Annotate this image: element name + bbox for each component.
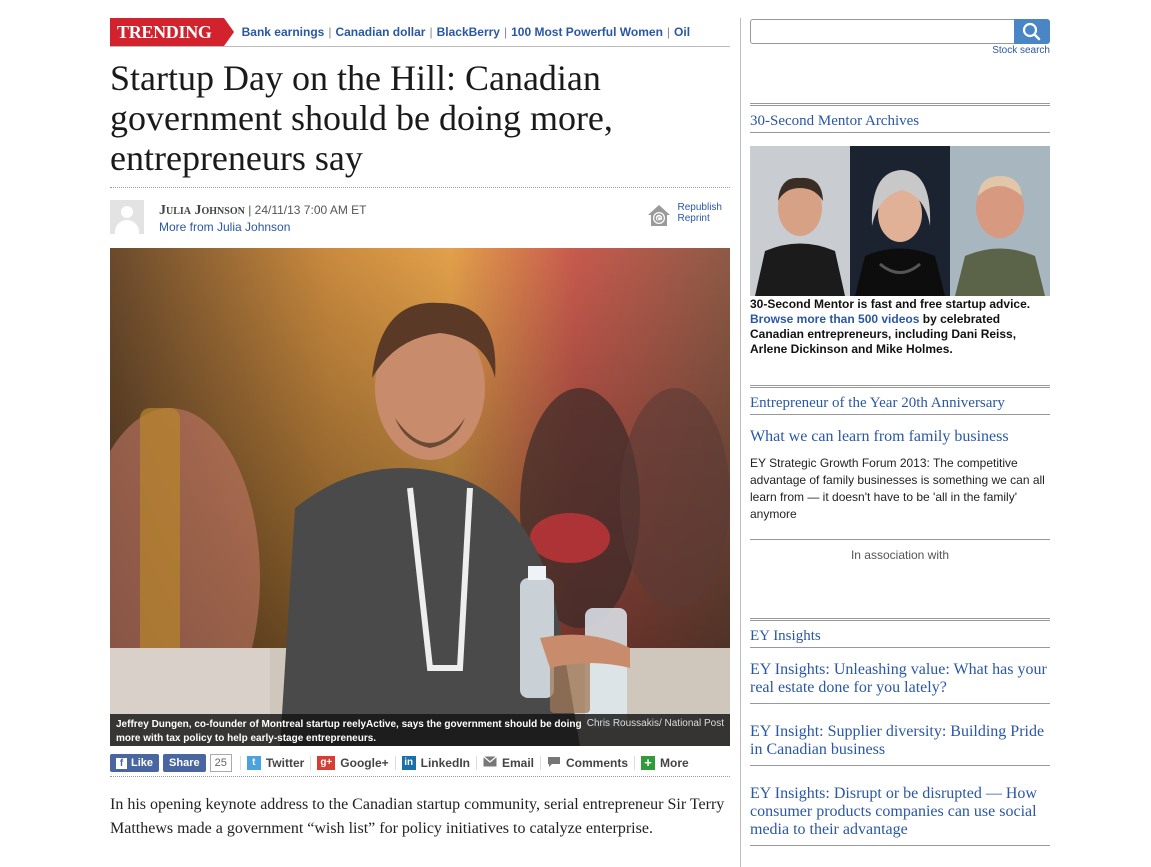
trending-separator: | bbox=[666, 25, 671, 39]
mentor-photo-3[interactable] bbox=[950, 146, 1050, 296]
mentor-section-title[interactable]: 30-Second Mentor Archives bbox=[750, 103, 1050, 133]
mentor-title-text: 30-Second Mentor Archives bbox=[750, 113, 920, 129]
article-column: TRENDING Bank earnings | Canadian dollar… bbox=[110, 18, 730, 837]
comments-icon bbox=[547, 756, 561, 770]
comments-button[interactable]: Comments bbox=[540, 756, 634, 770]
mentor-photo-2[interactable] bbox=[850, 146, 950, 296]
more-label: More bbox=[660, 756, 689, 770]
trending-links: Bank earnings | Canadian dollar | BlackB… bbox=[242, 25, 690, 39]
trending-link-oil[interactable]: Oil bbox=[674, 25, 690, 39]
ey-insights-title-text: EY Insights bbox=[750, 628, 821, 644]
svg-text:C: C bbox=[656, 217, 661, 223]
twitter-label: Twitter bbox=[265, 756, 305, 770]
photo-credit: Chris Roussakis/ National Post bbox=[586, 718, 724, 729]
trending-badge: TRENDING bbox=[110, 18, 234, 46]
article-photo: Jeffrey Dungen, co-founder of Montreal s… bbox=[110, 248, 730, 746]
share-count: 25 bbox=[209, 754, 232, 772]
google-label: Google+ bbox=[340, 756, 389, 770]
linkedin-icon: in bbox=[401, 756, 416, 770]
trending-link-canadian-dollar[interactable]: Canadian dollar bbox=[335, 25, 425, 39]
mentor-photos[interactable] bbox=[750, 146, 1050, 296]
trending-bar: TRENDING Bank earnings | Canadian dollar… bbox=[110, 18, 730, 47]
reprint-link[interactable]: Reprint bbox=[678, 213, 710, 224]
google-share-button[interactable]: g+ Google+ bbox=[310, 756, 394, 770]
trending-link-powerful-women[interactable]: 100 Most Powerful Women bbox=[511, 25, 663, 39]
facebook-share-button[interactable]: Share bbox=[163, 754, 206, 772]
search-box bbox=[750, 19, 1050, 44]
eoy-section-title[interactable]: Entrepreneur of the Year 20th Anniversar… bbox=[750, 385, 1050, 415]
search-icon bbox=[1022, 22, 1041, 41]
article-datetime: | 24/11/13 7:00 AM ET bbox=[248, 203, 367, 217]
trending-separator: | bbox=[328, 25, 332, 39]
trending-separator: | bbox=[429, 25, 433, 39]
search-input[interactable] bbox=[750, 19, 1017, 44]
family-business-description: EY Strategic Growth Forum 2013: The comp… bbox=[750, 456, 1045, 521]
search-button[interactable] bbox=[1014, 19, 1050, 44]
republish-link[interactable]: Republish bbox=[678, 202, 722, 213]
trending-link-blackberry[interactable]: BlackBerry bbox=[437, 25, 500, 39]
email-share-button[interactable]: Email bbox=[475, 756, 540, 770]
article-body-paragraph: In his opening keynote address to the Ca… bbox=[110, 796, 725, 837]
author-name[interactable]: Julia Johnson bbox=[159, 203, 245, 218]
ey-insights-section-title[interactable]: EY Insights bbox=[750, 618, 1050, 648]
like-label: Like bbox=[131, 757, 154, 769]
ey-insight-item[interactable]: EY Insights: Unleashing value: What has … bbox=[750, 661, 1050, 704]
author-line: Julia Johnson | 24/11/13 7:00 AM ET bbox=[159, 203, 367, 219]
photo-caption: Jeffrey Dungen, co-founder of Montreal s… bbox=[110, 714, 730, 746]
article-headline: Startup Day on the Hill: Canadian govern… bbox=[110, 58, 613, 178]
photo-caption-text: Jeffrey Dungen, co-founder of Montreal s… bbox=[116, 719, 582, 744]
association-text: In association with bbox=[750, 539, 1050, 562]
email-icon bbox=[483, 756, 497, 770]
more-share-button[interactable]: + More bbox=[634, 756, 695, 770]
trending-link-bank-earnings[interactable]: Bank earnings bbox=[242, 25, 325, 39]
ey-insight-item[interactable]: EY Insights: Disrupt or be disrupted — H… bbox=[750, 785, 1050, 846]
facebook-like-button[interactable]: f Like bbox=[110, 754, 160, 772]
twitter-icon: t bbox=[246, 756, 261, 770]
facebook-icon: f bbox=[116, 757, 127, 769]
mentor-description: 30-Second Mentor is fast and free startu… bbox=[750, 297, 1050, 357]
article-photo-image bbox=[110, 248, 730, 746]
eoy-title-text: Entrepreneur of the Year 20th Anniversar… bbox=[750, 395, 1005, 411]
comments-label: Comments bbox=[566, 756, 629, 770]
more-from-author-link[interactable]: More from Julia Johnson bbox=[159, 220, 290, 234]
google-plus-icon: g+ bbox=[317, 756, 336, 770]
family-business-link[interactable]: What we can learn from family business bbox=[750, 428, 1050, 446]
column-divider bbox=[740, 18, 741, 867]
ey-insight-item[interactable]: EY Insight: Supplier diversity: Building… bbox=[750, 723, 1050, 766]
mentor-photo-1[interactable] bbox=[750, 146, 850, 296]
stock-search-link[interactable]: Stock search bbox=[992, 45, 1050, 56]
browse-videos-link[interactable]: Browse more than 500 videos bbox=[750, 312, 919, 326]
twitter-share-button[interactable]: t Twitter bbox=[239, 756, 310, 770]
byline: Julia Johnson | 24/11/13 7:00 AM ET More… bbox=[110, 187, 730, 242]
linkedin-share-button[interactable]: in LinkedIn bbox=[394, 756, 476, 770]
email-label: Email bbox=[501, 756, 534, 770]
republish-icon: C bbox=[646, 202, 672, 228]
share-label: Share bbox=[169, 757, 200, 769]
share-bar: f Like Share 25 t Twitter g+ Google+ in … bbox=[110, 750, 730, 777]
author-avatar bbox=[110, 200, 144, 234]
linkedin-label: LinkedIn bbox=[420, 756, 470, 770]
trending-separator: | bbox=[503, 25, 508, 39]
mentor-line-1: 30-Second Mentor is fast and free startu… bbox=[750, 297, 1031, 311]
plus-icon: + bbox=[641, 756, 656, 770]
republish-reprint[interactable]: C Republish Reprint bbox=[646, 202, 722, 228]
